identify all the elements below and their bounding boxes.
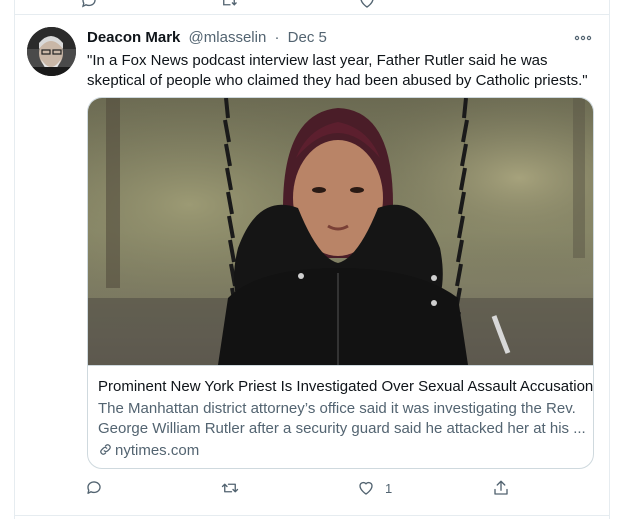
card-image [88, 98, 593, 365]
card-description-line: The Manhattan district attorney’s office… [98, 400, 576, 417]
like-button[interactable]: 1 [357, 479, 392, 501]
share-icon [494, 480, 508, 495]
timeline-border-right [609, 0, 610, 519]
author-name[interactable]: Deacon Mark [87, 29, 180, 46]
retweet-icon[interactable] [220, 0, 238, 10]
card-domain-text: nytimes.com [115, 442, 200, 459]
avatar[interactable] [27, 27, 76, 76]
more-horizontal-icon[interactable] [572, 30, 594, 46]
like-count: 1 [385, 481, 393, 496]
link-icon [100, 444, 111, 455]
divider [14, 515, 610, 516]
divider [14, 14, 610, 15]
card-description-line: George William Rutler after a security g… [98, 420, 586, 437]
link-card[interactable]: Prominent New York Priest Is Investigate… [87, 97, 594, 469]
card-body: Prominent New York Priest Is Investigate… [88, 365, 593, 459]
card-description: The Manhattan district attorney’s office… [98, 399, 588, 439]
heart-icon [359, 481, 373, 495]
avatar-image [27, 27, 76, 76]
reply-icon[interactable] [80, 0, 98, 10]
retweet-icon [221, 483, 239, 493]
share-button[interactable] [492, 479, 510, 501]
author-handle[interactable]: @mlasselin [189, 29, 267, 46]
card-domain[interactable]: nytimes.com [98, 441, 199, 461]
tweet-date[interactable]: Dec 5 [288, 29, 327, 46]
retweet-button[interactable] [221, 479, 239, 501]
timeline-border-left [14, 0, 15, 519]
reply-icon [87, 481, 101, 494]
previous-tweet-actions [0, 0, 624, 14]
heart-icon[interactable] [358, 0, 376, 10]
reply-button[interactable] [85, 479, 103, 501]
separator: · [274, 29, 280, 46]
tweet-header: Deacon Mark @mlasselin · Dec 5 [87, 29, 597, 49]
tweet-text: "In a Fox News podcast interview last ye… [87, 52, 588, 89]
card-title[interactable]: Prominent New York Priest Is Investigate… [98, 377, 593, 397]
tweet-actions: 1 [85, 479, 515, 501]
